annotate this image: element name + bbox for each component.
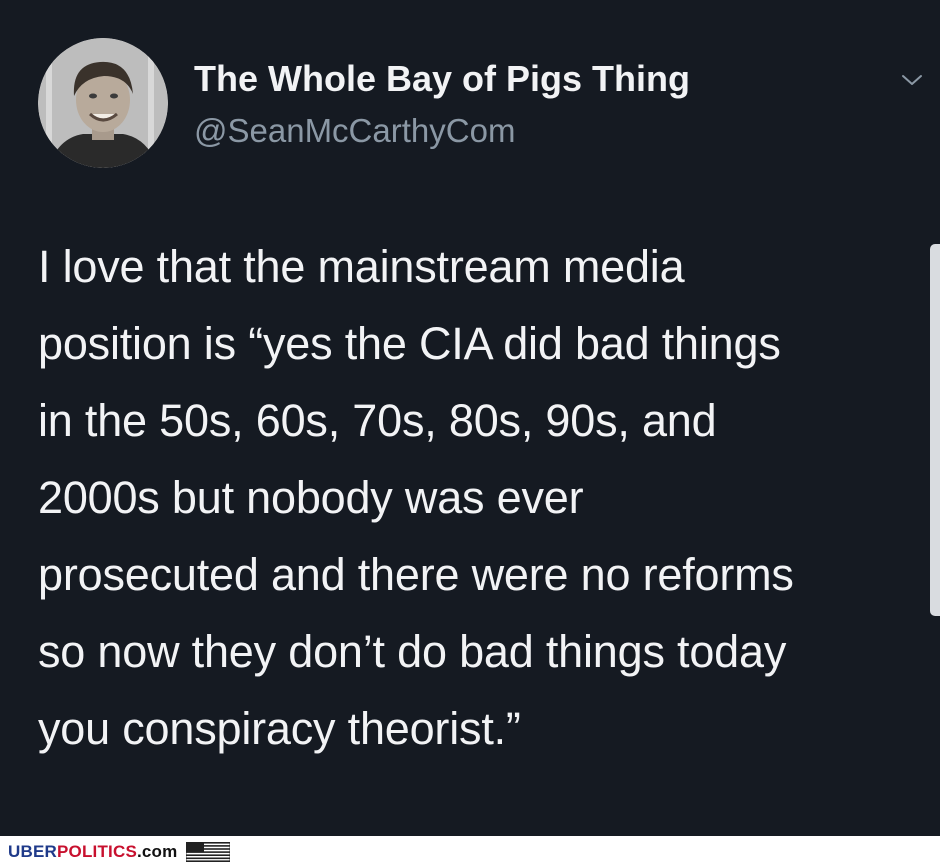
display-name[interactable]: The Whole Bay of Pigs Thing [194, 58, 690, 100]
avatar[interactable] [38, 38, 168, 168]
site-watermark: UBERPOLITICS.com [8, 842, 177, 862]
watermark-part-uber: UBER [8, 842, 57, 861]
us-flag-icon [185, 841, 231, 863]
watermark-bar: UBERPOLITICS.com [0, 836, 940, 866]
user-handle[interactable]: @SeanMcCarthyCom [194, 112, 515, 150]
tweet-text: I love that the mainstream media positio… [38, 241, 794, 754]
watermark-part-tld: .com [136, 842, 178, 861]
tweet-card: The Whole Bay of Pigs Thing @SeanMcCarth… [0, 0, 940, 836]
watermark-part-politics: POLITICS [56, 842, 137, 861]
scrollbar[interactable] [930, 244, 940, 616]
chevron-down-icon[interactable] [900, 68, 924, 92]
